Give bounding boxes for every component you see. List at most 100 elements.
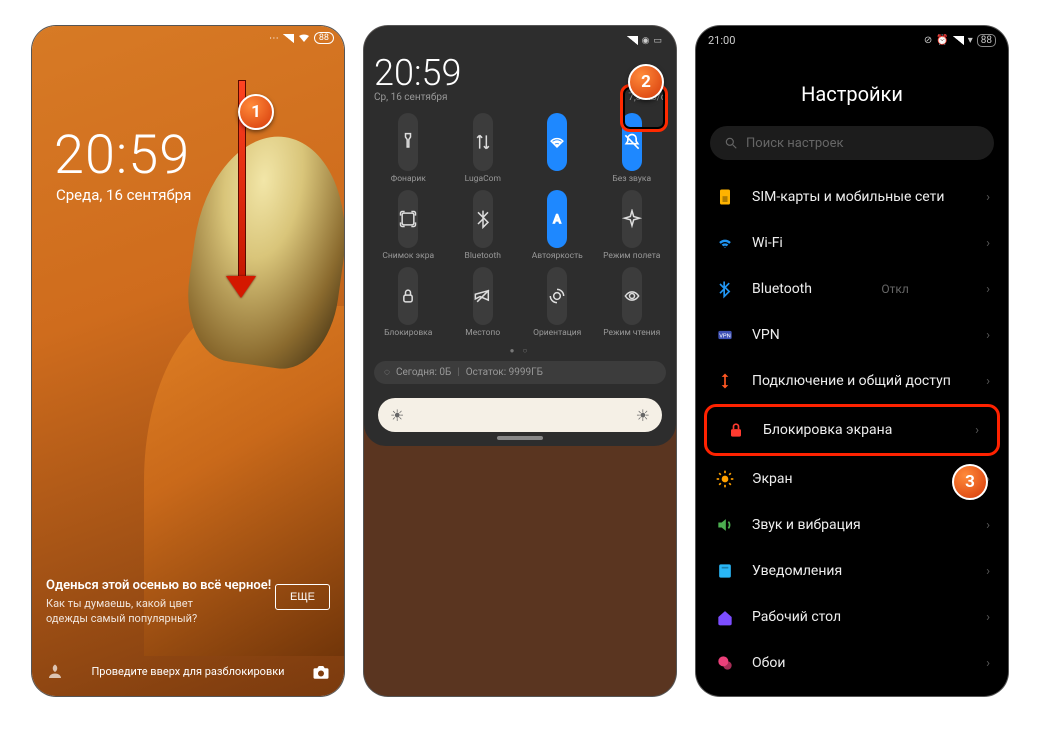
settings-row-wifi[interactable]: Wi-Fi › bbox=[696, 220, 1008, 266]
lock-icon bbox=[725, 419, 747, 441]
svg-text:A: A bbox=[553, 212, 561, 226]
row-label: Bluetooth bbox=[752, 281, 812, 297]
svg-text:VPN: VPN bbox=[719, 334, 731, 340]
search-icon bbox=[724, 136, 738, 150]
chevron-right-icon: › bbox=[986, 374, 990, 389]
status-bar: 21:00 ⊘ ⏰ ▾ 88 bbox=[708, 34, 996, 47]
tile-label: Снимок экра bbox=[382, 251, 434, 261]
shade-date: Ср, 16 сентября bbox=[374, 92, 447, 103]
settings-row-lock[interactable]: Блокировка экрана › bbox=[704, 404, 1000, 456]
tile-rotate[interactable] bbox=[547, 267, 567, 325]
notification-shade: ◉ ▭ 20:59 Ср, 16 сентября 7,3 КБ/с Фонар… bbox=[364, 26, 676, 696]
settings-row-vpn[interactable]: VPNVPN› bbox=[696, 312, 1008, 358]
settings-row-wallpaper[interactable]: Обои › bbox=[696, 640, 1008, 686]
wifi-icon: ▾ bbox=[968, 35, 973, 46]
chevron-right-icon: › bbox=[986, 518, 990, 533]
swipe-hint-bar: Проведите вверх для разблокировки bbox=[32, 665, 344, 678]
tile-label: Без звука bbox=[612, 174, 651, 184]
theme-icon[interactable] bbox=[46, 663, 64, 681]
tile-label: Режим полета bbox=[603, 251, 660, 261]
tile-label: Режим чтения bbox=[603, 328, 660, 338]
display-icon bbox=[714, 468, 736, 490]
dnd-icon: ⊘ bbox=[924, 35, 932, 46]
row-label: Экран bbox=[752, 471, 793, 487]
notif-icon bbox=[714, 560, 736, 582]
alarm-icon: ⏰ bbox=[936, 35, 948, 46]
settings-row-sim[interactable]: SIM-карты и мобильные сети › bbox=[696, 174, 1008, 220]
tile-data[interactable] bbox=[473, 113, 493, 171]
home-icon bbox=[714, 606, 736, 628]
chevron-right-icon: › bbox=[986, 236, 990, 251]
settings-search[interactable]: Поиск настроек bbox=[710, 126, 994, 160]
brightness-slider[interactable]: ☀︎ ☀ bbox=[378, 398, 662, 432]
tile-autobright[interactable]: A bbox=[547, 190, 567, 248]
battery-icon: ▭ bbox=[653, 36, 662, 46]
chevron-right-icon: › bbox=[975, 423, 979, 438]
signal-icon bbox=[627, 36, 638, 45]
volte-icon: ⋯ bbox=[269, 33, 279, 44]
data-icon: ◌ bbox=[384, 367, 390, 378]
wifi-icon bbox=[298, 33, 310, 43]
brightness-low-icon: ☀︎ bbox=[390, 406, 404, 425]
tile-lock[interactable] bbox=[398, 267, 418, 325]
settings-row-notif[interactable]: Уведомления › bbox=[696, 548, 1008, 594]
row-label: Обои bbox=[752, 655, 785, 671]
swipe-hint: Проведите вверх для разблокировки bbox=[91, 665, 284, 678]
step-badge-1: 1 bbox=[238, 94, 274, 130]
data-today: Сегодня: 0Б bbox=[396, 367, 451, 378]
battery-indicator: 88 bbox=[314, 32, 334, 44]
wallpaper-icon bbox=[714, 652, 736, 674]
tile-screenshot[interactable] bbox=[398, 190, 418, 248]
status-bar: ⋯ 88 bbox=[269, 32, 334, 44]
sound-icon bbox=[714, 514, 736, 536]
data-remain: Остаток: 9999ГБ bbox=[466, 367, 543, 378]
promo-subtitle: Как ты думаешь, какой цвет одежды самый … bbox=[46, 597, 226, 626]
page-dots: ● ○ bbox=[374, 346, 666, 355]
row-label: Рабочий стол bbox=[752, 609, 841, 625]
camera-icon[interactable] bbox=[312, 664, 330, 680]
row-label: Подключение и общий доступ bbox=[752, 373, 951, 389]
row-label: Блокировка экрана bbox=[763, 422, 892, 438]
shade-handle[interactable] bbox=[497, 436, 543, 440]
settings-row-sound[interactable]: Звук и вибрация› bbox=[696, 502, 1008, 548]
row-label: Уведомления bbox=[752, 563, 842, 579]
tile-label: Bluetooth bbox=[465, 251, 501, 261]
row-label: SIM-карты и мобильные сети bbox=[752, 189, 944, 205]
tile-wifi[interactable] bbox=[547, 113, 567, 171]
settings-list: SIM-карты и мобильные сети›Wi-Fi›Bluetoo… bbox=[696, 174, 1008, 696]
data-usage-bar[interactable]: ◌ Сегодня: 0Б | Остаток: 9999ГБ bbox=[374, 361, 666, 384]
chevron-right-icon: › bbox=[986, 282, 990, 297]
row-label: Wi-Fi bbox=[752, 235, 783, 251]
tile-read[interactable] bbox=[622, 267, 642, 325]
battery-indicator: 88 bbox=[977, 34, 996, 47]
signal-icon bbox=[953, 36, 964, 45]
shade-time: 20:59 bbox=[374, 52, 461, 94]
lockscreen: ⋯ 88 20:59 Среда, 16 сентября Оденься эт… bbox=[32, 26, 344, 696]
status-bar: ◉ ▭ bbox=[374, 34, 666, 52]
tile-label: LugaCom bbox=[465, 174, 501, 184]
chevron-right-icon: › bbox=[986, 564, 990, 579]
tile-label: Местопо bbox=[465, 328, 500, 338]
tile-airplane[interactable] bbox=[622, 190, 642, 248]
tile-bluetooth[interactable] bbox=[473, 190, 493, 248]
settings-title: Настройки bbox=[696, 82, 1008, 106]
tile-location[interactable] bbox=[473, 267, 493, 325]
chevron-right-icon: › bbox=[986, 656, 990, 671]
settings-row-bluetooth[interactable]: Bluetooth Откл › bbox=[696, 266, 1008, 312]
tile-label: Ориентация bbox=[533, 328, 581, 338]
tile-label: Фонарик bbox=[391, 174, 426, 184]
tile-flashlight[interactable] bbox=[398, 113, 418, 171]
chevron-right-icon: › bbox=[986, 190, 990, 205]
bluetooth-icon bbox=[714, 278, 736, 300]
row-value: Откл bbox=[881, 282, 908, 296]
sim-icon bbox=[714, 186, 736, 208]
step-badge-2: 2 bbox=[628, 64, 664, 100]
tile-label: Блокировка bbox=[384, 328, 432, 338]
share-icon bbox=[714, 370, 736, 392]
tile-label: Автояркость bbox=[532, 251, 583, 261]
settings-row-home[interactable]: Рабочий стол› bbox=[696, 594, 1008, 640]
settings-row-share[interactable]: Подключение и общий доступ › bbox=[696, 358, 1008, 404]
more-button[interactable]: ЕЩЕ bbox=[275, 584, 330, 610]
row-label: VPN bbox=[752, 327, 780, 343]
wifi-icon: ◉ bbox=[642, 36, 650, 46]
